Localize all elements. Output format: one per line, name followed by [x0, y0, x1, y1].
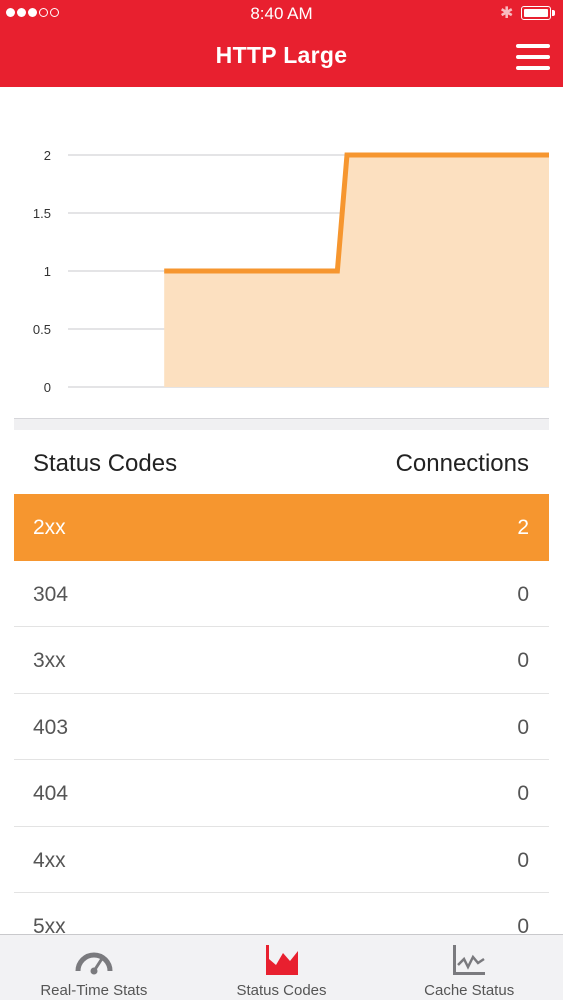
- page-title: HTTP Large: [215, 42, 348, 68]
- y-tick-label: 2: [44, 148, 51, 163]
- status-codes-table: Status Codes Connections 2xx 2 304 0 3xx…: [14, 430, 549, 960]
- tab-bar: Real-Time Stats Status Codes Cache Statu…: [0, 934, 563, 1000]
- status-code: 2xx: [33, 516, 66, 539]
- chart-svg: 0 0.5 1 1.5 2: [33, 148, 549, 395]
- status-code: 3xx: [33, 649, 66, 672]
- app-header: 8:40 AM ✱ HTTP Large: [0, 0, 563, 87]
- table-row-403[interactable]: 403 0: [14, 693, 549, 760]
- y-tick-label: 1: [44, 264, 51, 279]
- chart-separator: [14, 418, 549, 430]
- connections-count: 0: [517, 848, 529, 872]
- connections-count: 0: [517, 649, 529, 672]
- tab-cache-status[interactable]: Cache Status: [375, 935, 563, 1000]
- status-bar: 8:40 AM ✱: [0, 0, 563, 28]
- line-chart-icon: [453, 945, 486, 975]
- area-chart-icon: [265, 945, 298, 975]
- table-row-2xx[interactable]: 2xx 2: [14, 494, 549, 561]
- connections-count: 0: [517, 782, 529, 805]
- battery-tip: [552, 10, 555, 16]
- gauge-icon: [75, 952, 113, 975]
- column-header-connections: Connections: [395, 450, 529, 477]
- tab-status-codes[interactable]: Status Codes: [188, 935, 376, 1000]
- status-code: 304: [33, 582, 69, 606]
- status-code: 404: [33, 782, 69, 805]
- y-tick-label: 1.5: [33, 206, 51, 221]
- connections-count: 2: [517, 516, 529, 539]
- status-time: 8:40 AM: [250, 4, 313, 23]
- column-header-status-codes: Status Codes: [33, 450, 178, 477]
- status-code: 403: [33, 715, 69, 739]
- table-row-4xx[interactable]: 4xx 0: [14, 826, 549, 893]
- table-row-3xx[interactable]: 3xx 0: [14, 627, 549, 694]
- tab-real-time-stats[interactable]: Real-Time Stats: [0, 935, 188, 1000]
- tab-label: Status Codes: [236, 982, 327, 999]
- hamburger-menu-icon[interactable]: [516, 44, 550, 70]
- table-row-304[interactable]: 304 0: [14, 560, 549, 627]
- tab-label: Real-Time Stats: [40, 982, 148, 999]
- y-tick-label: 0: [44, 380, 51, 395]
- table-header: Status Codes Connections: [14, 430, 549, 494]
- table-row-404[interactable]: 404 0: [14, 760, 549, 827]
- y-tick-label: 0.5: [33, 322, 51, 337]
- status-code: 4xx: [33, 848, 66, 872]
- connections-count: 0: [517, 715, 529, 739]
- tab-label: Cache Status: [424, 982, 515, 999]
- connections-count: 0: [517, 582, 529, 606]
- status-codes-chart: 0 0.5 1 1.5 2: [0, 87, 563, 417]
- bluetooth-icon: ✱: [500, 5, 514, 22]
- battery-icon: [521, 6, 551, 20]
